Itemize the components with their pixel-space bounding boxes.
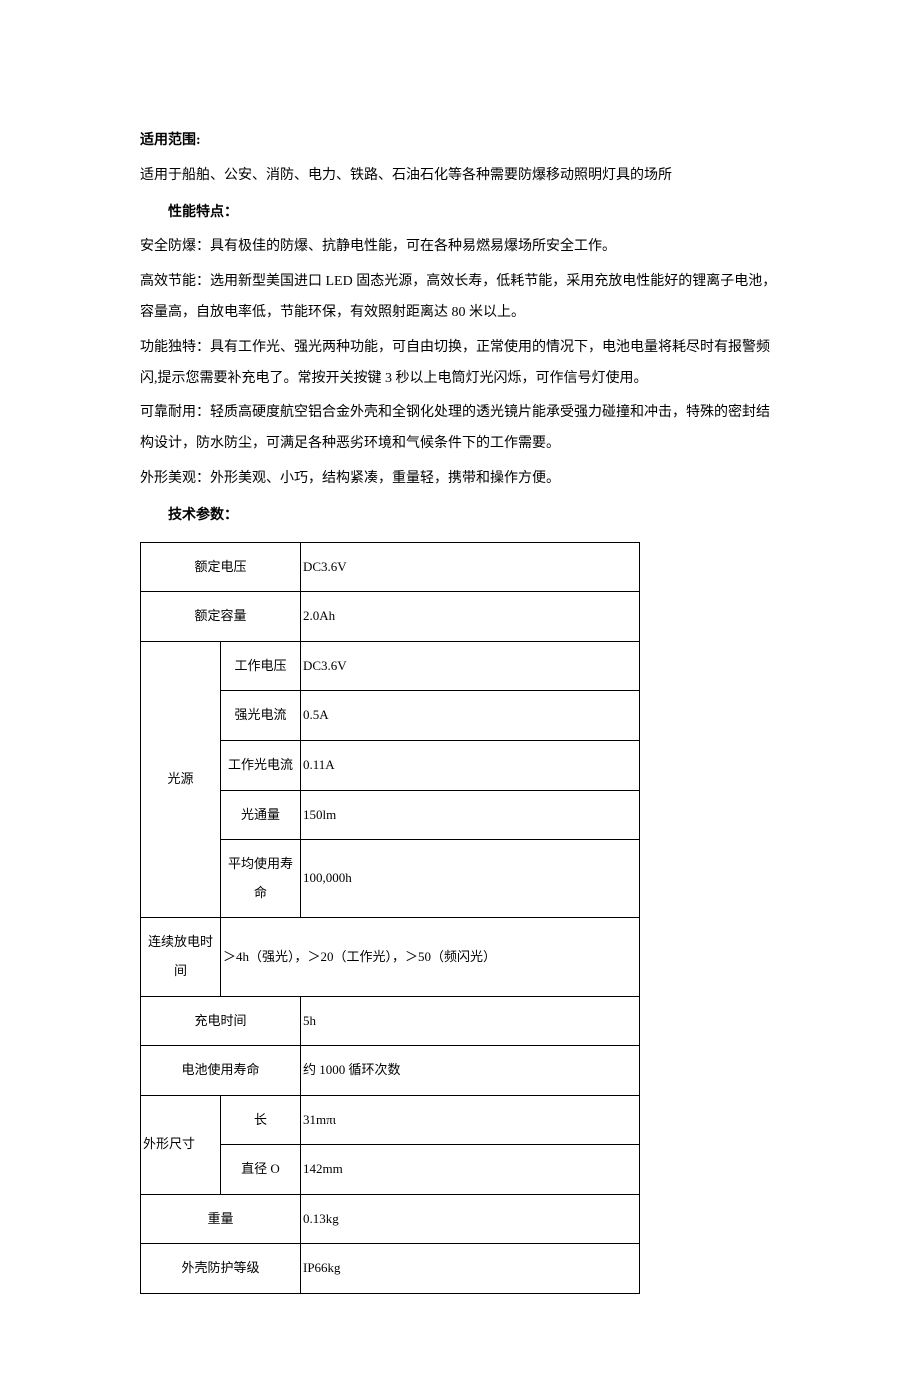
rated-voltage-label: 额定电压 [141,542,301,592]
specs-title: 技术参数： [140,501,780,532]
light-source-label: 光源 [141,641,221,918]
table-row: 额定容量 2.0Ah [141,592,640,642]
avg-life-label: 平均使用寿命 [221,840,301,918]
feature-item: 安全防爆：具有极佳的防爆、抗静电性能，可在各种易燃易爆场所安全工作。 [140,232,780,263]
charge-time-value: 5h [301,996,640,1046]
table-row: 电池使用寿命 约 1000 循环次数 [141,1046,640,1096]
battery-life-value: 约 1000 循环次数 [301,1046,640,1096]
luminous-flux-value: 150lm [301,790,640,840]
rated-voltage-value: DC3.6V [301,542,640,592]
discharge-time-label: 连续放电时间 [141,918,221,996]
table-row: 外壳防护等级 IP66kg [141,1244,640,1294]
length-value: 31mπι [301,1095,640,1145]
protection-value: IP66kg [301,1244,640,1294]
working-voltage-label: 工作电压 [221,641,301,691]
working-current-label: 工作光电流 [221,740,301,790]
specs-table: 额定电压 DC3.6V 额定容量 2.0Ah 光源 工作电压 DC3.6V 强光… [140,542,640,1295]
avg-life-value: 100,000h [301,840,640,918]
dimensions-label: 外形尺寸 [141,1095,221,1194]
rated-capacity-value: 2.0Ah [301,592,640,642]
table-row: 额定电压 DC3.6V [141,542,640,592]
length-label: 长 [221,1095,301,1145]
scope-text: 适用于船舶、公安、消防、电力、铁路、石油石化等各种需要防爆移动照明灯具的场所 [140,161,780,192]
table-row: 重量 0.13kg [141,1194,640,1244]
strong-current-label: 强光电流 [221,691,301,741]
feature-item: 可靠耐用：轻质高硬度航空铝合金外壳和全钢化处理的透光镜片能承受强力碰撞和冲击，特… [140,398,780,460]
working-voltage-value: DC3.6V [301,641,640,691]
working-current-value: 0.11A [301,740,640,790]
table-row: 外形尺寸 长 31mπι [141,1095,640,1145]
weight-value: 0.13kg [301,1194,640,1244]
strong-current-value: 0.5A [301,691,640,741]
weight-label: 重量 [141,1194,301,1244]
features-title: 性能特点： [140,198,780,229]
feature-item: 功能独特：具有工作光、强光两种功能，可自由切换，正常使用的情况下，电池电量将耗尽… [140,333,780,395]
discharge-time-value: ＞4h（强光），＞20（工作光），＞50（频闪光） [221,918,640,996]
diameter-label: 直径 O [221,1145,301,1195]
table-row: 充电时间 5h [141,996,640,1046]
luminous-flux-label: 光通量 [221,790,301,840]
table-row: 连续放电时间 ＞4h（强光），＞20（工作光），＞50（频闪光） [141,918,640,996]
charge-time-label: 充电时间 [141,996,301,1046]
protection-label: 外壳防护等级 [141,1244,301,1294]
feature-item: 外形美观：外形美观、小巧，结构紧凑，重量轻，携带和操作方便。 [140,464,780,495]
feature-item: 高效节能：选用新型美国进口 LED 固态光源，高效长寿，低耗节能，采用充放电性能… [140,267,780,329]
rated-capacity-label: 额定容量 [141,592,301,642]
table-row: 光源 工作电压 DC3.6V [141,641,640,691]
scope-title: 适用范围: [140,126,780,157]
diameter-value: 142mm [301,1145,640,1195]
battery-life-label: 电池使用寿命 [141,1046,301,1096]
